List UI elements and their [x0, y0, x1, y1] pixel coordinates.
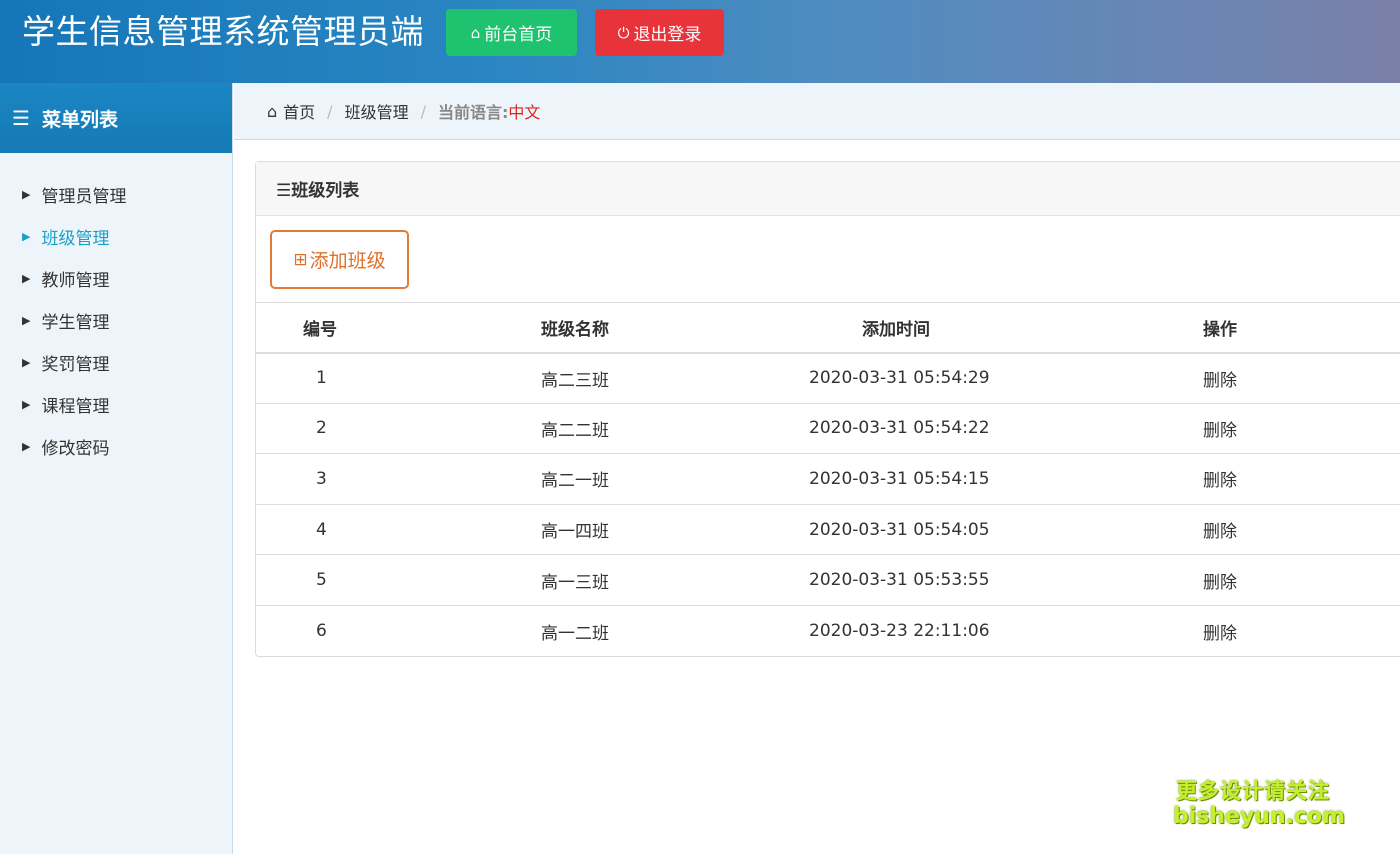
- cell-time: 2020-03-31 05:54:22: [756, 403, 1111, 455]
- cell-name: 高二一班: [496, 453, 756, 505]
- sidebar: ☰ 菜单列表 ▶ 管理员管理 ▶ 班级管理 ▶ 教师管理 ▶ 学生管理 ▶ 奖罚管理 ▶ 课…: [0, 83, 233, 854]
- column-header-name: 班级名称: [496, 302, 756, 354]
- delete-link[interactable]: 删除: [1111, 352, 1400, 404]
- column-header-id: 编号: [256, 302, 496, 354]
- sidebar-item-admin[interactable]: ▶ 管理员管理: [0, 173, 232, 215]
- caret-right-icon: ▶: [22, 229, 31, 243]
- sidebar-item-student[interactable]: ▶ 学生管理: [0, 299, 232, 341]
- cell-id: 6: [316, 621, 327, 642]
- cell-id: 3: [256, 453, 496, 505]
- language-label: 当前语言:: [437, 103, 509, 122]
- frontend-home-label: 前台首页: [484, 25, 553, 45]
- sidebar-item-label: 修改密码: [41, 438, 110, 459]
- panel-title: ☰班级列表: [256, 162, 1400, 216]
- sidebar-item-class[interactable]: ▶ 班级管理: [0, 215, 232, 257]
- top-header: 学生信息管理系统管理员端 ⌂ 前台首页 ⏻ 退出登录: [0, 0, 1400, 83]
- app-title: 学生信息管理系统管理员端: [22, 12, 424, 51]
- sidebar-item-label: 课程管理: [41, 396, 110, 417]
- table-row: 4 高一四班 2020-03-31 05:54:05 删除: [256, 504, 1400, 556]
- home-icon: ⌂: [470, 23, 481, 42]
- sidebar-item-label: 管理员管理: [41, 186, 127, 207]
- cell-name: 高一四班: [496, 504, 756, 556]
- caret-right-icon: ▶: [22, 439, 31, 453]
- add-class-button[interactable]: ⊞ 添加班级: [270, 230, 409, 289]
- delete-link[interactable]: 删除: [1111, 504, 1400, 556]
- cell-name: 高二三班: [496, 352, 756, 404]
- cell-name: 高一二班: [541, 623, 609, 644]
- sidebar-item-reward[interactable]: ▶ 奖罚管理: [0, 341, 232, 383]
- column-header-action: 操作: [1111, 302, 1400, 354]
- table-row: 5 高一三班 2020-03-31 05:53:55 删除: [256, 554, 1400, 606]
- delete-link[interactable]: 删除: [1111, 453, 1400, 505]
- sidebar-item-password[interactable]: ▶ 修改密码: [0, 425, 232, 467]
- logout-button[interactable]: ⏻ 退出登录: [595, 9, 724, 56]
- home-icon: ⌂: [267, 101, 278, 121]
- table-row: 3 高二一班 2020-03-31 05:54:15 删除: [256, 453, 1400, 505]
- cell-id: 4: [256, 504, 496, 556]
- table-row: 6 高一二班 2020-03-23 22:11:06 删除: [256, 605, 1400, 656]
- watermark: 更多设计请关注 bisheyun.com: [1173, 778, 1346, 830]
- caret-right-icon: ▶: [22, 271, 31, 285]
- table-header-row: 编号 班级名称 添加时间 操作: [256, 302, 1400, 354]
- language-value: 中文: [508, 103, 541, 122]
- cell-time: 2020-03-31 05:54:05: [756, 504, 1111, 556]
- cell-id: 5: [256, 554, 496, 606]
- table-row: 2 高二二班 2020-03-31 05:54:22 删除: [256, 403, 1400, 455]
- list-icon: ☰: [12, 106, 30, 130]
- table-row: 1 高二三班 2020-03-31 05:54:29 删除: [256, 352, 1400, 404]
- cell-id: 1: [256, 352, 496, 404]
- sidebar-header: ☰ 菜单列表: [0, 83, 232, 153]
- sidebar-item-label: 奖罚管理: [41, 354, 110, 375]
- cell-time: 2020-03-23 22:11:06: [809, 621, 990, 642]
- sidebar-item-label: 班级管理: [41, 228, 110, 249]
- cell-id: 2: [256, 403, 496, 455]
- caret-right-icon: ▶: [22, 355, 31, 369]
- frontend-home-button[interactable]: ⌂ 前台首页: [446, 9, 577, 56]
- sidebar-item-teacher[interactable]: ▶ 教师管理: [0, 257, 232, 299]
- sidebar-title: 菜单列表: [41, 108, 118, 131]
- breadcrumb-separator: /: [420, 101, 426, 121]
- watermark-line2: bisheyun.com: [1173, 804, 1346, 829]
- cell-name: 高一三班: [496, 554, 756, 606]
- sidebar-item-course[interactable]: ▶ 课程管理: [0, 383, 232, 425]
- caret-right-icon: ▶: [22, 397, 31, 411]
- cell-time: 2020-03-31 05:54:15: [756, 453, 1111, 505]
- delete-link[interactable]: 删除: [1111, 554, 1400, 606]
- sidebar-menu: ▶ 管理员管理 ▶ 班级管理 ▶ 教师管理 ▶ 学生管理 ▶ 奖罚管理 ▶ 课程管理 ▶ 修改…: [0, 153, 232, 467]
- power-icon: ⏻: [617, 23, 630, 42]
- add-class-label: 添加班级: [309, 250, 386, 272]
- logout-label: 退出登录: [633, 25, 702, 45]
- class-table: 编号 班级名称 添加时间 操作 1 高二三班 2020-03-31 05:54:…: [256, 302, 1400, 656]
- caret-right-icon: ▶: [22, 187, 31, 201]
- watermark-line1: 更多设计请关注: [1176, 779, 1330, 803]
- cell-time: 2020-03-31 05:53:55: [756, 554, 1111, 606]
- sidebar-item-label: 学生管理: [41, 312, 110, 333]
- class-list-panel: ☰班级列表 ⊞ 添加班级 编号 班级名称 添加时间 操作 1 高二三班 2020…: [255, 161, 1400, 657]
- breadcrumb-home[interactable]: 首页: [283, 99, 315, 123]
- delete-link[interactable]: 删除: [1111, 605, 1400, 656]
- column-header-time: 添加时间: [756, 302, 1111, 354]
- breadcrumb-separator: /: [327, 101, 333, 121]
- caret-right-icon: ▶: [22, 313, 31, 327]
- cell-time: 2020-03-31 05:54:29: [756, 352, 1111, 404]
- sidebar-item-label: 教师管理: [41, 270, 110, 291]
- breadcrumb: ⌂ 首页 / 班级管理 / 当前语言: 中文: [234, 83, 1400, 140]
- delete-link[interactable]: 删除: [1111, 403, 1400, 455]
- breadcrumb-current[interactable]: 班级管理: [345, 99, 409, 123]
- cell-name: 高二二班: [496, 403, 756, 455]
- plus-square-icon: ⊞: [293, 249, 308, 270]
